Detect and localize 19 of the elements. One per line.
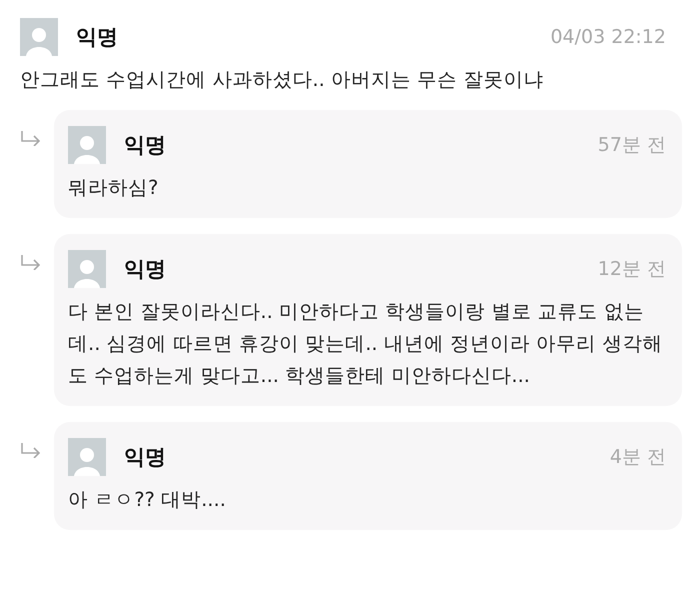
- reply-arrow-icon: [20, 442, 42, 458]
- author-name: 익명: [124, 256, 166, 283]
- reply-arrow-icon: [20, 130, 42, 146]
- avatar-icon: [68, 126, 106, 164]
- avatar-icon: [20, 18, 58, 56]
- comment-text: 안그래도 수업시간에 사과하셨다.. 아버지는 무슨 잘못이냐: [20, 67, 544, 93]
- reply-text: 다 본인 잘못이라신다.. 미안하다고 학생들이랑 별로 교류도 없는데.. 심경에 따르면 휴강이 맞는데.. 내년에 정년이라 아무리 생각해도 수업하는게 맞다고... 학생들한테 미안하다신다...: [68, 299, 664, 389]
- author-name: 익명: [76, 24, 118, 51]
- reply-text: 뭐라하심?: [68, 175, 160, 201]
- avatar-icon: [68, 250, 106, 288]
- avatar-icon: [68, 438, 106, 476]
- author-name: 익명: [124, 444, 166, 471]
- author-name: 익명: [124, 132, 166, 159]
- reply-time: 57분 전: [598, 133, 666, 158]
- reply-text: 아 ㄹㅇ?? 대박....: [68, 487, 227, 513]
- reply-arrow-icon: [20, 254, 42, 270]
- reply-time: 4분 전: [610, 445, 666, 470]
- reply-time: 12분 전: [598, 257, 666, 282]
- comment-time: 04/03 22:12: [550, 26, 666, 48]
